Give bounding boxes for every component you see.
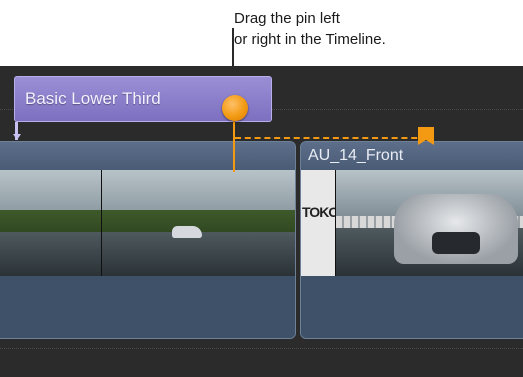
clip-audio-area [0, 276, 295, 338]
connection-pin-stem [233, 121, 235, 172]
clip-audio-area [301, 276, 523, 338]
car-grille [432, 232, 480, 254]
callout-line-1: Drag the pin left [234, 10, 340, 27]
clip-filmstrip: TOKOH [301, 170, 523, 276]
connection-pin-handle[interactable] [222, 95, 248, 121]
callout-line-2: or right in the Timeline. [234, 31, 386, 48]
title-clip-label: Basic Lower Third [25, 89, 161, 108]
timeline[interactable]: Basic Lower Third AU_14_Front TOKOH [0, 66, 523, 377]
video-clip-previous[interactable] [0, 141, 296, 339]
clip-name: AU_14_Front [308, 147, 404, 164]
filmstrip-frame [102, 170, 295, 276]
callout-text: Drag the pin left or right in the Timeli… [234, 8, 386, 50]
car-image [172, 226, 202, 238]
connected-clip-tip [13, 134, 21, 140]
clip-filmstrip [0, 170, 295, 276]
filmstrip-frame: TOKOH [301, 170, 336, 276]
clip-header [0, 142, 295, 170]
wall-text: TOKOH [302, 204, 335, 220]
filmstrip-frame [0, 170, 102, 276]
video-clip-au-14-front[interactable]: AU_14_Front TOKOH [300, 141, 523, 339]
filmstrip-frame [336, 170, 523, 276]
clip-header: AU_14_Front [301, 142, 523, 170]
pin-offset-line [235, 137, 427, 139]
